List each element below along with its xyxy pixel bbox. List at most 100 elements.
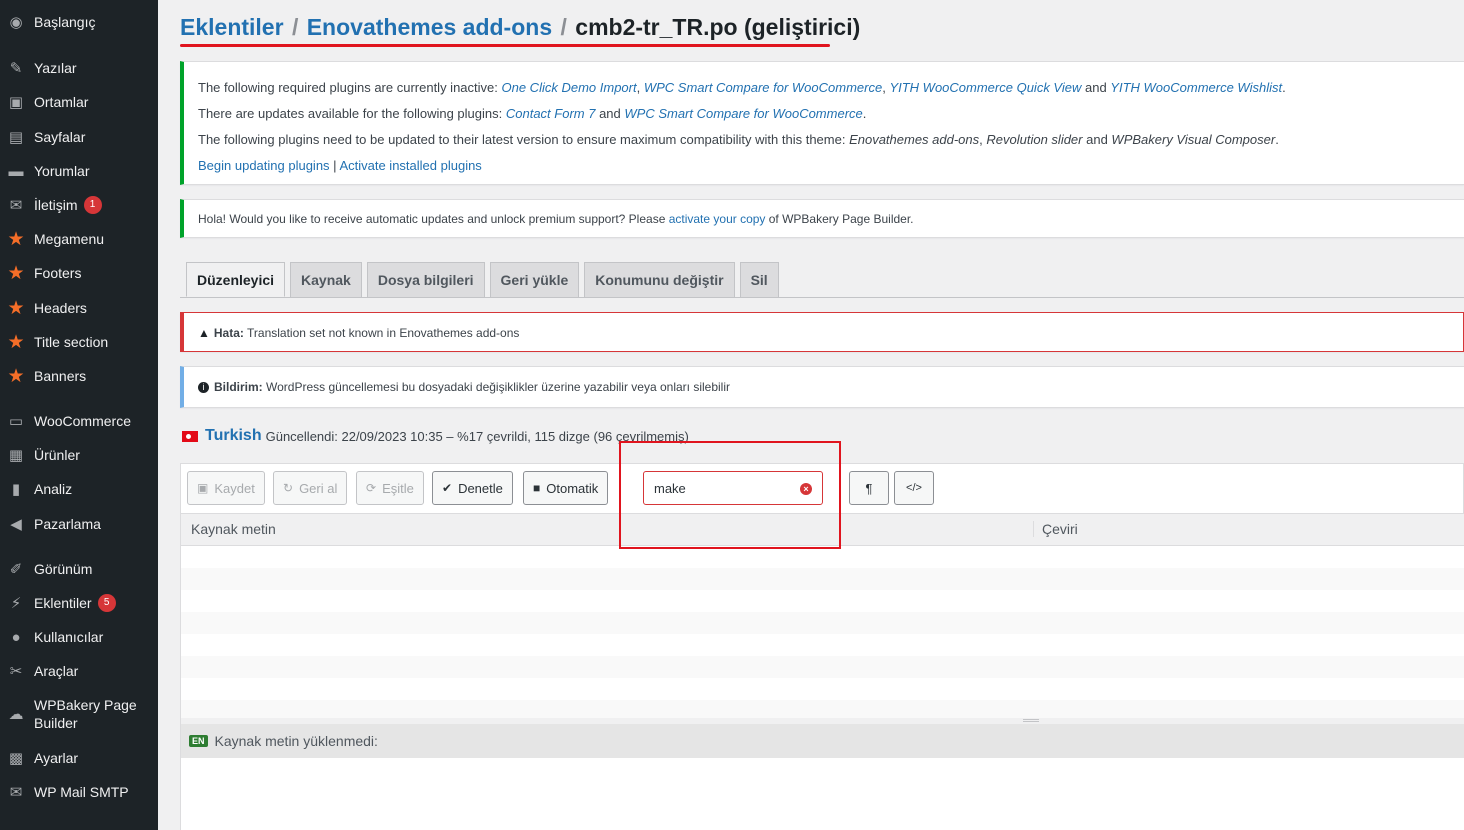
plugin-name: One Click Demo Import — [501, 80, 637, 95]
table-row — [181, 678, 1464, 700]
sidebar-item[interactable]: ✉ İletişim 1 — [0, 188, 158, 222]
notice-line-compat: The following plugins need to be updated… — [184, 127, 1464, 153]
sidebar-item[interactable]: ★ Title section — [0, 325, 158, 359]
sidebar-item[interactable]: ✐ Görünüm — [0, 552, 158, 586]
sidebar-item-label: İletişim — [34, 197, 78, 213]
error-notice: ▲ Hata: Translation set not known in Enov… — [180, 312, 1464, 352]
begin-updating-plugins-link[interactable]: Begin updating plugins — [198, 158, 330, 173]
revert-button[interactable]: ↻ Geri al — [273, 471, 348, 505]
admin-sidebar: ◉ Başlangıç ✎ Yazılar ▣ Ortamlar ▤ Sayfalar ▬ Yor… — [0, 0, 158, 830]
clear-search-icon[interactable]: × — [800, 483, 812, 495]
auto-translate-button[interactable]: ■ Otomatik — [523, 471, 609, 505]
tab[interactable]: Konumunu değiştir — [584, 262, 735, 297]
save-button[interactable]: ▣ Kaydet — [187, 471, 265, 505]
sidebar-item[interactable]: ▤ Sayfalar — [0, 120, 158, 154]
sidebar-item[interactable]: ▦ Ürünler — [0, 438, 158, 472]
plugin-link-wpc-compare-update[interactable]: WPC Smart Compare for WooCommerce — [624, 106, 862, 121]
translation-grid-header: Kaynak metin Çeviri — [180, 513, 1464, 546]
button-label: Eşitle — [382, 480, 414, 496]
column-header-source[interactable]: Kaynak metin — [191, 521, 276, 537]
settings-icon: ▩ — [8, 750, 24, 767]
sidebar-item[interactable]: ✎ Yazılar — [0, 51, 158, 85]
media-icon: ▣ — [8, 94, 24, 111]
sidebar-item[interactable]: ⚡ Eklentiler 5 — [0, 586, 158, 620]
notice-text: . — [1275, 132, 1279, 147]
tools-icon: ✂ — [9, 663, 23, 680]
notice-text: | — [329, 158, 340, 173]
sidebar-item[interactable]: ★ Banners — [0, 359, 158, 393]
tab[interactable]: Geri yükle — [489, 262, 580, 297]
column-header-translation[interactable]: Çeviri — [1033, 521, 1078, 537]
plugin-link-wpc-compare[interactable]: WPC Smart Compare for WooCommerce — [644, 80, 882, 95]
notice-line-actions: Begin updating plugins | Activate instal… — [184, 153, 1464, 179]
sidebar-item[interactable]: ● Kullanıcılar — [0, 620, 158, 654]
table-row — [181, 546, 1464, 568]
sync-button[interactable]: ⟳ Eşitle — [356, 471, 424, 505]
tab[interactable]: Dosya bilgileri — [366, 262, 485, 297]
sidebar-item-label: WooCommerce — [34, 413, 131, 429]
plugin-link-ocdi[interactable]: One Click Demo Import — [502, 80, 637, 95]
translation-grid-body[interactable] — [180, 546, 1464, 722]
star-icon: ★ — [7, 331, 25, 353]
invisibles-toggle-button[interactable]: ¶ — [849, 471, 889, 505]
table-row — [181, 590, 1464, 612]
locale-language: Turkish — [205, 427, 262, 444]
validate-button[interactable]: ✔ Denetle — [432, 471, 513, 505]
search-input-wrapper: × — [643, 471, 823, 505]
sidebar-item[interactable]: ▮ Analiz — [0, 472, 158, 506]
info-label: Bildirim: — [214, 380, 263, 394]
warning-icon: ▲ — [198, 326, 210, 340]
sidebar-item[interactable]: ★ Megamenu — [0, 222, 158, 256]
star-icon: ★ — [7, 297, 25, 319]
mail-smtp-icon: ✉ — [9, 784, 23, 801]
main-content: Eklentiler / Enovathemes add-ons / cmb2-… — [158, 0, 1464, 830]
plugin-link-yith-wishlist[interactable]: YITH WooCommerce Wishlist — [1110, 80, 1282, 95]
sidebar-item[interactable]: ◉ Başlangıç — [0, 5, 158, 39]
sidebar-item-label: Ayarlar — [34, 750, 79, 766]
star-icon: ★ — [7, 262, 25, 284]
tab[interactable]: Kaynak — [290, 262, 362, 297]
source-text-panel-header: EN Kaynak metin yüklenmedi: — [180, 724, 1464, 758]
breadcrumb-plugins-link[interactable]: Eklentiler — [180, 14, 284, 40]
plugin-name: Revolution slider — [986, 132, 1083, 147]
search-input[interactable] — [654, 480, 794, 496]
source-text-panel — [180, 758, 1464, 830]
sidebar-item-label: Pazarlama — [34, 516, 101, 532]
code-view-toggle-button[interactable]: </> — [894, 471, 934, 505]
sidebar-item[interactable]: ▭ WooCommerce — [0, 404, 158, 438]
red-underline-annotation — [180, 44, 830, 47]
sidebar-item-label: Megamenu — [34, 231, 105, 247]
breadcrumb-plugin-link[interactable]: Enovathemes add-ons — [307, 14, 552, 40]
notice-line: ▲ Hata: Translation set not known in Enov… — [184, 320, 1463, 346]
turkey-flag-icon — [182, 430, 198, 442]
users-icon: ● — [11, 628, 21, 646]
sidebar-item[interactable]: ✉ WP Mail SMTP — [0, 775, 158, 809]
editor-tabs: Düzenleyici Kaynak Dosya bilgileri Geri yük… — [186, 262, 779, 298]
activate-installed-plugins-link[interactable]: Activate installed plugins — [339, 158, 481, 173]
plugin-link-yith-quickview[interactable]: YITH WooCommerce Quick View — [889, 80, 1081, 95]
button-label: Denetle — [458, 480, 503, 496]
tab[interactable]: Düzenleyici — [186, 262, 286, 297]
sidebar-item[interactable]: ▬ Yorumlar — [0, 154, 158, 188]
editor-toolbar: ▣ Kaydet ↻ Geri al ⟳ Eşitle ✔ Denetle ■ Otoma… — [180, 463, 1464, 513]
pilcrow-icon: ¶ — [865, 480, 873, 496]
sidebar-item[interactable]: ▣ Ortamlar — [0, 85, 158, 119]
info-icon: i — [198, 382, 209, 394]
tgmpa-plugins-notice: The following required plugins are curre… — [180, 61, 1464, 185]
plugin-link-cf7[interactable]: Contact Form 7 — [506, 106, 596, 121]
sidebar-item[interactable]: ★ Footers — [0, 256, 158, 290]
sidebar-item[interactable]: ◀ Pazarlama — [0, 507, 158, 541]
archive-icon: ▦ — [8, 447, 24, 464]
activate-copy-link[interactable]: activate your copy — [669, 212, 766, 226]
notice-text: The following plugins need to be updated… — [198, 132, 850, 147]
plugin-name: WPC Smart Compare for WooCommerce — [643, 80, 883, 95]
error-text: Translation set not known in Enovathemes… — [243, 326, 520, 340]
sidebar-item[interactable]: ☁ WPBakery Page Builder — [0, 694, 158, 734]
sidebar-item[interactable]: ★ Headers — [0, 291, 158, 325]
robot-icon: ■ — [533, 481, 541, 495]
star-icon: ★ — [7, 365, 25, 387]
tab[interactable]: Sil — [739, 262, 779, 297]
locale-progress-text: Güncellendi: 22/09/2023 10:35 – %17 çevr… — [265, 428, 689, 444]
sidebar-item[interactable]: ▩ Ayarlar — [0, 741, 158, 775]
sidebar-item[interactable]: ✂ Araçlar — [0, 654, 158, 688]
